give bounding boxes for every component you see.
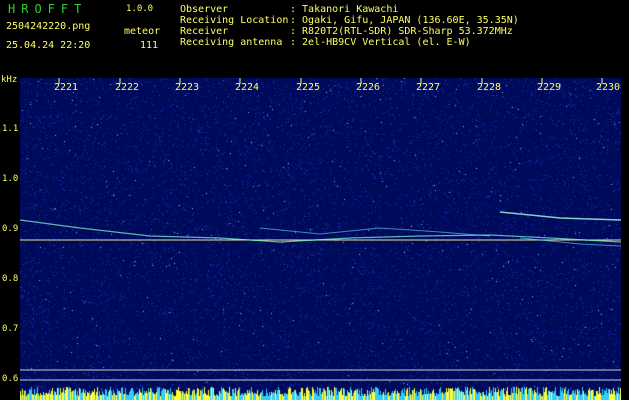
file-name: 2504242220.png bbox=[6, 21, 91, 32]
app-title: HROFFT bbox=[8, 2, 88, 16]
y-tick-label: 1.1 bbox=[2, 124, 19, 134]
meta-value: : 2el-HB9CV Vertical (el. E-W) bbox=[290, 37, 471, 48]
x-tick-label: 2224 bbox=[235, 82, 260, 93]
meta-value: : R820T2(RTL-SDR) SDR-Sharp 53.372MHz bbox=[290, 26, 513, 37]
signal-trace bbox=[259, 227, 491, 237]
meta-label: Receiver bbox=[180, 26, 229, 37]
y-tick-label: 0.8 bbox=[2, 274, 19, 284]
y-tick-label: 0.7 bbox=[2, 324, 19, 334]
signal-trace bbox=[499, 211, 621, 221]
detection-kind: meteor bbox=[124, 26, 161, 37]
y-axis: 1.1 1.0 0.9 0.8 0.7 0.6 bbox=[0, 78, 20, 400]
x-tick-label: 2222 bbox=[115, 82, 140, 93]
x-tick-label: 2223 bbox=[175, 82, 200, 93]
x-tick-label: 2226 bbox=[356, 82, 381, 93]
meta-row-receiver: Receiver : R820T2(RTL-SDR) SDR-Sharp 53.3… bbox=[180, 26, 519, 37]
y-tick-label: 1.0 bbox=[2, 174, 19, 184]
meta-row-observer: Observer : Takanori Kawachi bbox=[180, 4, 519, 15]
meta-value: : Ogaki, Gifu, JAPAN (136.60E, 35.35N) bbox=[290, 15, 519, 26]
app-version: 1.0.0 bbox=[126, 4, 154, 14]
meta-row-antenna: Receiving antenna : 2el-HB9CV Vertical (e… bbox=[180, 37, 519, 48]
x-tick-label: 2229 bbox=[537, 82, 562, 93]
timestamp: 25.04.24 22:20 bbox=[6, 40, 91, 51]
header-panel: HROFFT 1.0.0 2504242220.png meteor 25.04… bbox=[0, 0, 629, 78]
y-tick-label: 0.6 bbox=[2, 374, 19, 384]
meteor-count: 111 bbox=[140, 40, 159, 51]
x-tick-label: 2230 bbox=[596, 82, 621, 93]
meta-label: Receiving antenna bbox=[180, 37, 283, 48]
spectrogram-overlay bbox=[20, 78, 621, 381]
x-tick-label: 2221 bbox=[54, 82, 79, 93]
y-tick-label: 0.9 bbox=[2, 224, 19, 234]
x-tick-label: 2225 bbox=[296, 82, 321, 93]
metadata-block: Observer : Takanori Kawachi Receiving Loc… bbox=[180, 4, 519, 48]
meta-row-location: Receiving Location: Ogaki, Gifu, JAPAN (… bbox=[180, 15, 519, 26]
spectrogram bbox=[20, 78, 621, 400]
meta-label: Receiving Location bbox=[180, 15, 289, 26]
meta-value: : Takanori Kawachi bbox=[290, 4, 399, 15]
x-tick-label: 2227 bbox=[416, 82, 441, 93]
x-tick-label: 2228 bbox=[477, 82, 502, 93]
meta-label: Observer bbox=[180, 4, 229, 15]
